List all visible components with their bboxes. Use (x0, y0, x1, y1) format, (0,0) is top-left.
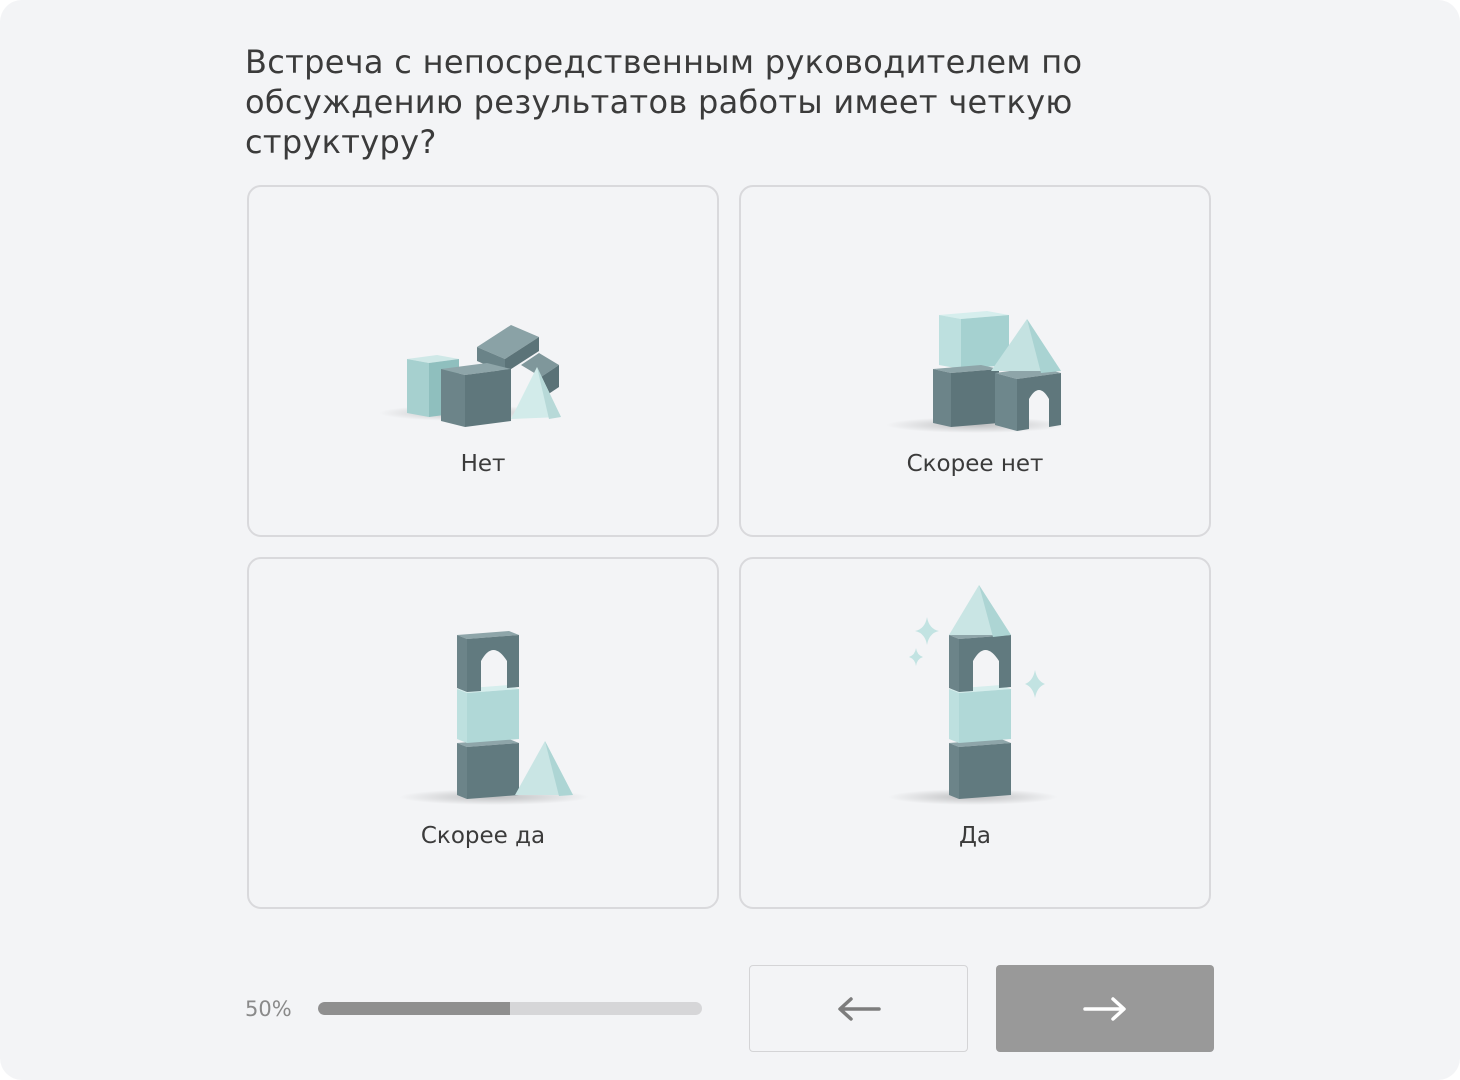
option-card-no[interactable]: Нет (247, 185, 719, 537)
question-text: Встреча с непосредственным руководителем… (245, 43, 1083, 161)
scattered-blocks-image (379, 325, 561, 427)
sparkle-icon (915, 617, 939, 645)
arrow-right-icon (1083, 996, 1126, 1021)
back-button[interactable] (749, 965, 968, 1052)
tall-tower-sparkles-image (888, 585, 1058, 805)
tower-blocks-image (399, 631, 589, 805)
sparkle-icon (1025, 670, 1045, 698)
sparkle-icon (909, 648, 923, 666)
arrow-left-icon (837, 996, 881, 1021)
option-label: Скорее да (420, 823, 546, 849)
option-label: Да (958, 823, 992, 849)
progress-percent: 50% (245, 997, 292, 1021)
next-button[interactable] (996, 965, 1214, 1052)
progress-fill (318, 1002, 510, 1015)
low-castle-blocks-image (886, 311, 1066, 433)
option-label: Скорее нет (906, 451, 1044, 477)
option-card-rather-yes[interactable]: Скорее да (247, 557, 719, 909)
progress-bar (318, 1002, 702, 1015)
option-card-yes[interactable]: Да (739, 557, 1211, 909)
survey-panel: Встреча с непосредственным руководителем… (0, 0, 1460, 1080)
option-label: Нет (460, 451, 506, 477)
option-card-rather-no[interactable]: Скорее нет (739, 185, 1211, 537)
